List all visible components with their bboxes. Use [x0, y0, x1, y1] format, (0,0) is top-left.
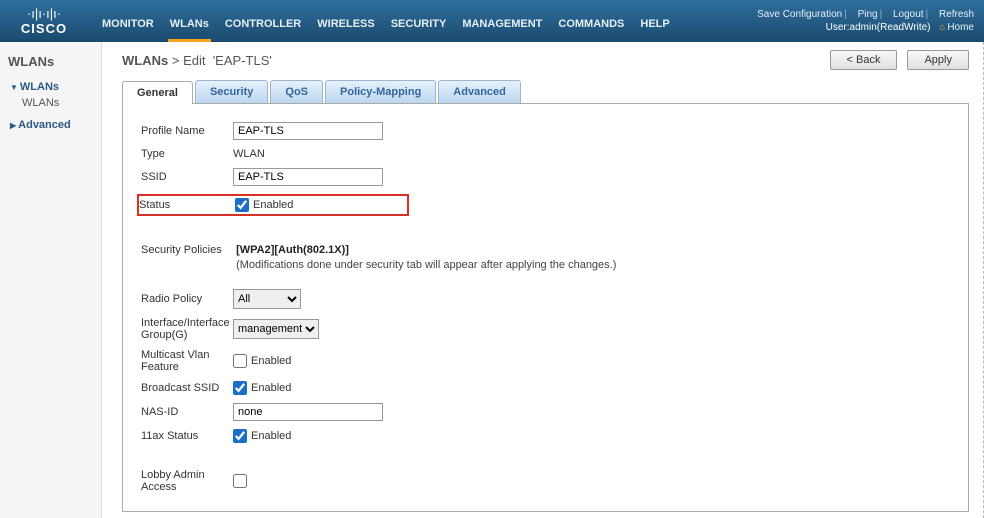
- nav-controller[interactable]: CONTROLLER: [223, 12, 303, 42]
- tab-advanced[interactable]: Advanced: [438, 80, 521, 103]
- sidebar-item-wlans-sub[interactable]: WLANs: [6, 95, 101, 111]
- checkbox-status[interactable]: [235, 198, 249, 212]
- cisco-logo: ·ı|ı·ı|ı· CISCO: [0, 7, 88, 35]
- row-ssid: SSID: [141, 168, 950, 186]
- workspace: WLANs ▼WLANs WLANs ▶Advanced WLANs > Edi…: [0, 42, 984, 518]
- crumb-sep: >: [172, 53, 180, 68]
- breadcrumb: WLANs > Edit 'EAP-TLS': [122, 53, 272, 68]
- user-prefix: User:: [826, 22, 850, 33]
- label-11ax-status: 11ax Status: [141, 430, 233, 442]
- nav-help[interactable]: HELP: [638, 12, 671, 42]
- label-interface-group: Interface/Interface Group(G): [141, 317, 233, 341]
- label-lobby-admin: Lobby Admin Access: [141, 469, 233, 493]
- sidebar-title: WLANs: [8, 54, 101, 69]
- select-radio-policy[interactable]: All: [233, 289, 301, 309]
- select-interface-group[interactable]: management: [233, 319, 319, 339]
- checkbox-11ax-status[interactable]: [233, 429, 247, 443]
- row-broadcast-ssid: Broadcast SSID Enabled: [141, 381, 950, 395]
- row-security-policies: Security Policies [WPA2][Auth(802.1X)] (…: [141, 244, 950, 271]
- tab-qos[interactable]: QoS: [270, 80, 323, 103]
- tab-security[interactable]: Security: [195, 80, 268, 103]
- cb-label-11ax-status: Enabled: [251, 430, 291, 442]
- page-buttons: < Back Apply: [830, 50, 969, 70]
- label-profile-name: Profile Name: [141, 125, 233, 137]
- triangle-right-icon: ▶: [10, 121, 16, 130]
- input-profile-name[interactable]: [233, 122, 383, 140]
- row-radio-policy: Radio Policy All: [141, 289, 950, 309]
- label-radio-policy: Radio Policy: [141, 293, 233, 305]
- row-11ax-status: 11ax Status Enabled: [141, 429, 950, 443]
- home-icon: ⌂: [939, 22, 945, 33]
- crumb-root: WLANs: [122, 53, 168, 68]
- page-header: WLANs > Edit 'EAP-TLS' < Back Apply: [122, 50, 969, 70]
- refresh-link[interactable]: Refresh: [939, 9, 974, 20]
- logout-link[interactable]: Logout: [893, 9, 924, 20]
- sidebar-item-label: Advanced: [18, 119, 71, 131]
- sidebar-item-wlans[interactable]: ▼WLANs: [6, 79, 101, 95]
- nav-management[interactable]: MANAGEMENT: [460, 12, 544, 42]
- label-security-policies: Security Policies: [141, 244, 233, 256]
- crumb-target: 'EAP-TLS': [213, 53, 272, 68]
- top-navbar: ·ı|ı·ı|ı· CISCO MONITOR WLANs CONTROLLER…: [0, 0, 984, 42]
- content-pane: WLANs > Edit 'EAP-TLS' < Back Apply Gene…: [102, 42, 984, 518]
- label-ssid: SSID: [141, 171, 233, 183]
- tab-general[interactable]: General: [122, 81, 193, 104]
- cb-label-status: Enabled: [253, 199, 293, 211]
- save-configuration-link[interactable]: Save Configuration: [757, 9, 842, 20]
- note-security-policies: (Modifications done under security tab w…: [236, 259, 616, 271]
- nav-right: Save Configuration| Ping| Logout| Refres…: [751, 9, 974, 33]
- apply-button[interactable]: Apply: [907, 50, 969, 70]
- label-nas-id: NAS-ID: [141, 406, 233, 418]
- row-status: Status Enabled: [137, 194, 409, 216]
- checkbox-broadcast-ssid[interactable]: [233, 381, 247, 395]
- nav-monitor[interactable]: MONITOR: [100, 12, 156, 42]
- label-multicast-vlan: Multicast Vlan Feature: [141, 349, 233, 373]
- cb-label-broadcast-ssid: Enabled: [251, 382, 291, 394]
- nav-security[interactable]: SECURITY: [389, 12, 449, 42]
- row-lobby-admin: Lobby Admin Access: [141, 469, 950, 493]
- ping-link[interactable]: Ping: [858, 9, 878, 20]
- nav-commands[interactable]: COMMANDS: [556, 12, 626, 42]
- home-text: Home: [947, 22, 974, 33]
- sidebar-item-label: WLANs: [20, 81, 59, 93]
- sidebar: WLANs ▼WLANs WLANs ▶Advanced: [0, 42, 102, 518]
- back-button[interactable]: < Back: [830, 50, 898, 70]
- value-type: WLAN: [233, 148, 265, 160]
- sidebar-tree: ▼WLANs WLANs ▶Advanced: [6, 79, 101, 133]
- nav-user-line: User:admin(ReadWrite) ⌂Home: [826, 22, 974, 33]
- cb-label-multicast-vlan: Enabled: [251, 355, 291, 367]
- row-type: Type WLAN: [141, 148, 950, 160]
- tab-policy-mapping[interactable]: Policy-Mapping: [325, 80, 436, 103]
- nav-wlans[interactable]: WLANs: [168, 12, 211, 42]
- general-form: Profile Name Type WLAN SSID Status Enabl…: [122, 104, 969, 512]
- triangle-down-icon: ▼: [10, 83, 18, 92]
- sidebar-item-advanced[interactable]: ▶Advanced: [6, 117, 101, 133]
- checkbox-lobby-admin[interactable]: [233, 474, 247, 488]
- label-type: Type: [141, 148, 233, 160]
- input-ssid[interactable]: [233, 168, 383, 186]
- value-security-policies: [WPA2][Auth(802.1X)]: [236, 244, 616, 256]
- checkbox-multicast-vlan[interactable]: [233, 354, 247, 368]
- row-nas-id: NAS-ID: [141, 403, 950, 421]
- crumb-action: Edit: [183, 53, 205, 68]
- main-nav: MONITOR WLANs CONTROLLER WIRELESS SECURI…: [100, 0, 672, 42]
- tab-bar: General Security QoS Policy-Mapping Adva…: [122, 80, 969, 104]
- row-profile-name: Profile Name: [141, 122, 950, 140]
- cisco-bars-icon: ·ı|ı·ı|ı·: [0, 7, 88, 21]
- user-value: admin(ReadWrite): [850, 22, 931, 33]
- row-interface-group: Interface/Interface Group(G) management: [141, 317, 950, 341]
- nav-top-links: Save Configuration| Ping| Logout| Refres…: [751, 9, 974, 20]
- row-multicast-vlan: Multicast Vlan Feature Enabled: [141, 349, 950, 373]
- label-broadcast-ssid: Broadcast SSID: [141, 382, 233, 394]
- home-link[interactable]: ⌂Home: [939, 22, 974, 33]
- label-status: Status: [139, 199, 235, 211]
- brand-text: CISCO: [0, 22, 88, 35]
- input-nas-id[interactable]: [233, 403, 383, 421]
- nav-wireless[interactable]: WIRELESS: [315, 12, 376, 42]
